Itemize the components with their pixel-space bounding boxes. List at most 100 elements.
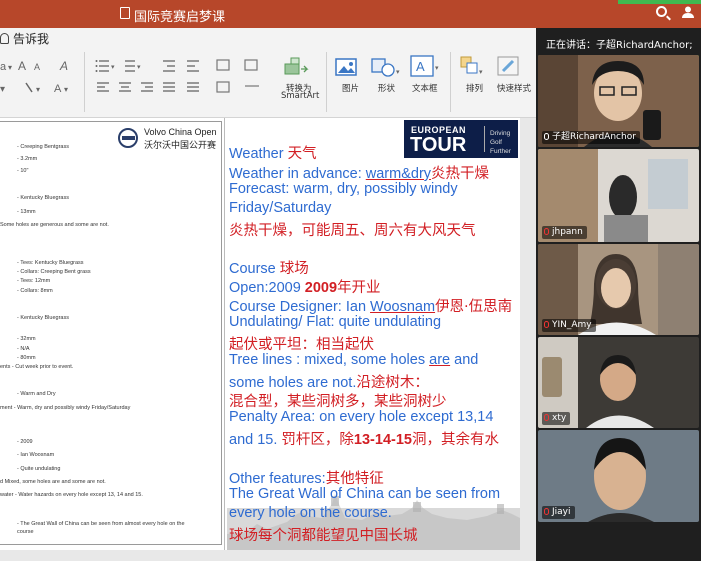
slide-line-15: and 15. 罚杆区，除13-14-15洞，其余有水 xyxy=(229,432,499,448)
logo-tagline-3: Further xyxy=(490,148,511,155)
svg-text:▾: ▾ xyxy=(479,69,483,76)
text-direction-controls[interactable] xyxy=(215,58,275,98)
ribbon-divider xyxy=(84,52,85,112)
tell-me-label: 告诉我 xyxy=(13,32,50,46)
doc-row: - 3.2mm xyxy=(17,156,38,162)
doc-row: Some holes are generous and some are not… xyxy=(0,222,109,228)
doc-row: - Warm and Dry xyxy=(17,391,56,397)
slide-line-12: some holes are not.沿途树木： xyxy=(229,375,429,391)
doc-row: d Mixed, some holes are and some are not… xyxy=(0,479,106,485)
convert-smartart-label-2: SmartArt xyxy=(281,91,320,101)
svg-text:▾: ▾ xyxy=(111,64,115,71)
slide-line-17: The Great Wall of China can be seen from xyxy=(229,486,501,502)
doc-row: ents - Cut week prior to event. xyxy=(0,364,74,370)
mic-muted-icon xyxy=(544,414,549,421)
doc-row: - N/A xyxy=(17,346,30,352)
arrange-label: 排列 xyxy=(466,84,484,94)
participant-name: xty xyxy=(542,412,571,425)
doc-row: - Collars: 8mm xyxy=(17,288,53,294)
svg-text:▾: ▾ xyxy=(0,84,5,95)
shape-icon[interactable]: ▾ xyxy=(370,56,404,80)
slide-line-3: Forecast: warm, dry, possibly windy xyxy=(229,181,458,197)
mic-muted-icon xyxy=(544,321,549,328)
mic-icon xyxy=(544,133,549,140)
doc-row: - 10" xyxy=(17,168,29,174)
svg-text:A: A xyxy=(18,59,26,73)
slide-line-9: Undulating/ Flat: quite undulating xyxy=(229,314,442,330)
logo-tagline: Driving Golf Further xyxy=(490,129,511,156)
participant-name: YIN_Amy xyxy=(542,319,596,332)
video-tile-jhpann[interactable]: jhpann xyxy=(538,149,699,242)
list-controls[interactable]: ▾ ▾ xyxy=(95,58,215,74)
doc-row: - Tees: 12mm xyxy=(17,278,51,284)
doc-row: course xyxy=(17,529,34,535)
logo-tagline-1: Driving xyxy=(490,130,511,137)
font-size-controls[interactable]: a ▾ A A A xyxy=(0,58,80,74)
slide-canvas: Volvo China Open 沃尔沃中国公开赛 - Creeping Ben… xyxy=(0,118,536,561)
account-icon[interactable] xyxy=(681,5,695,19)
video-call-panel: 正在讲话：子超RichardAnchor; 子超RichardAnchor jh… xyxy=(536,28,701,561)
svg-text:▾: ▾ xyxy=(36,85,40,94)
textbox-icon[interactable]: A ▾ xyxy=(409,54,441,80)
slide-line-16: Other features:其他特征 xyxy=(229,471,384,487)
participant-name: jhpann xyxy=(542,226,587,239)
event-title-en: Volvo China Open xyxy=(144,127,217,137)
doc-row: - Collars: Creeping Bent grass xyxy=(17,269,91,275)
svg-text:▾: ▾ xyxy=(8,63,12,72)
smartart-icon[interactable] xyxy=(283,56,317,82)
font-color-controls[interactable]: ▾ ▾ A ▾ xyxy=(0,80,80,96)
svg-text:A: A xyxy=(59,59,68,73)
doc-row: - 2009 xyxy=(17,439,33,445)
arrange-icon[interactable]: ▾ xyxy=(458,54,486,80)
svg-text:▾: ▾ xyxy=(64,85,68,94)
active-speaker-indicator xyxy=(618,0,701,4)
active-speaker-label: 正在讲话：子超RichardAnchor; xyxy=(546,40,693,51)
ribbon-toolbar: 告诉我 a ▾ A A A ▾ ▾ A ▾ ▾ ▾ 转换为 SmartArt 图… xyxy=(0,28,536,118)
doc-row: - Creeping Bentgrass xyxy=(17,144,69,150)
doc-row: - 13mm xyxy=(17,209,36,215)
document-icon xyxy=(120,7,130,19)
slide-line-6: Course 球场 xyxy=(229,261,309,277)
quick-styles-icon[interactable] xyxy=(495,54,529,80)
doc-row: - 32mm xyxy=(17,336,36,342)
slide-line-13: 混合型，某些洞树多，某些洞树少 xyxy=(229,394,447,410)
course-info-document: Volvo China Open 沃尔沃中国公开赛 - Creeping Ben… xyxy=(0,118,225,550)
european-tour-logo: EUROPEAN TOUR Driving Golf Further xyxy=(404,120,518,158)
doc-row: - Kentucky Bluegrass xyxy=(17,195,69,201)
slide-line-18: every hole on the course. xyxy=(229,505,392,521)
shape-label: 形状 xyxy=(378,84,396,94)
logo-tagline-2: Golf xyxy=(490,139,502,146)
slide-line-14: Penalty Area: on every hole except 13,14 xyxy=(229,409,494,425)
svg-text:▾: ▾ xyxy=(396,69,400,76)
ribbon-divider xyxy=(450,52,451,112)
mic-muted-icon xyxy=(544,508,549,515)
slide-line-11: Tree lines : mixed, some holes are and xyxy=(229,352,479,368)
alignment-controls[interactable] xyxy=(95,80,215,96)
slide-line-4: Friday/Saturday xyxy=(229,200,332,216)
app-window: 国际竞赛启梦课 告诉我 a ▾ A A A ▾ ▾ A ▾ ▾ ▾ 转换为 Sm… xyxy=(0,0,701,561)
video-tile-richard[interactable]: 子超RichardAnchor xyxy=(538,55,699,147)
search-icon[interactable] xyxy=(656,6,667,17)
slide-line-19: 球场每个洞都能望见中国长城 xyxy=(229,528,418,544)
logo-tour: TOUR xyxy=(410,134,467,156)
video-tile-xty[interactable]: xty xyxy=(538,337,699,428)
window-title: 国际竞赛启梦课 xyxy=(134,10,226,25)
doc-row: ment - Warm, dry and possibly windy Frid… xyxy=(0,405,131,411)
picture-icon[interactable] xyxy=(334,56,360,80)
doc-row: - Ian Woosnam xyxy=(17,452,55,458)
quick-styles-label: 快速样式 xyxy=(497,84,532,94)
lightbulb-icon xyxy=(0,33,9,44)
video-tile-yin-amy[interactable]: YIN_Amy xyxy=(538,244,699,335)
volvo-logo xyxy=(118,128,138,148)
doc-row: water - Water hazards on every hole exce… xyxy=(0,492,143,498)
slide-line-7: Open:2009 2009年开业 xyxy=(229,280,381,296)
slide[interactable]: Volvo China Open 沃尔沃中国公开赛 - Creeping Ben… xyxy=(0,118,520,550)
slide-line-5: 炎热干燥，可能周五、周六有大风天气 xyxy=(229,223,476,239)
tell-me-box[interactable]: 告诉我 xyxy=(0,30,49,48)
ribbon-divider xyxy=(326,52,327,112)
svg-text:a: a xyxy=(0,61,7,73)
slide-line-2: Weather in advance: warm&dry炎热干燥 xyxy=(229,166,490,182)
svg-text:A: A xyxy=(54,83,62,95)
video-tile-jiayi[interactable]: Jiayi xyxy=(538,430,699,522)
svg-text:A: A xyxy=(34,62,40,72)
